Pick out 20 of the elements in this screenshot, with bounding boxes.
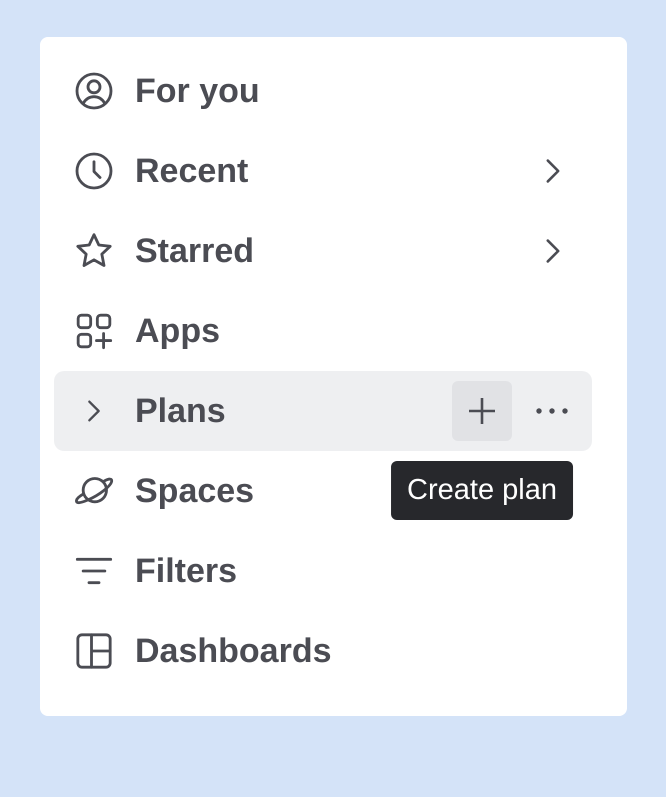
chevron-right-icon: [545, 238, 561, 264]
apps-grid-icon: [74, 311, 114, 351]
add-button[interactable]: [452, 381, 512, 441]
menu-item[interactable]: Spaces: [54, 451, 274, 531]
more-dots-icon: [536, 408, 568, 414]
menu-item[interactable]: For you: [54, 51, 280, 131]
menu-item[interactable]: Starred: [54, 211, 592, 291]
menu-item[interactable]: Apps: [54, 291, 240, 371]
plus-icon: [469, 398, 495, 424]
menu-item[interactable]: Plans: [54, 371, 592, 451]
chevron-right-icon[interactable]: [87, 399, 101, 423]
person-circle-icon: [74, 71, 114, 111]
menu-item[interactable]: Recent: [54, 131, 592, 211]
dashboard-icon: [74, 631, 114, 671]
filter-icon: [74, 556, 114, 586]
menu-item[interactable]: Filters: [54, 531, 258, 611]
chevron-right-icon: [545, 158, 561, 184]
menu-item[interactable]: Dashboards: [54, 611, 352, 691]
clock-icon: [74, 151, 114, 191]
tooltip: Create plan: [391, 461, 573, 520]
